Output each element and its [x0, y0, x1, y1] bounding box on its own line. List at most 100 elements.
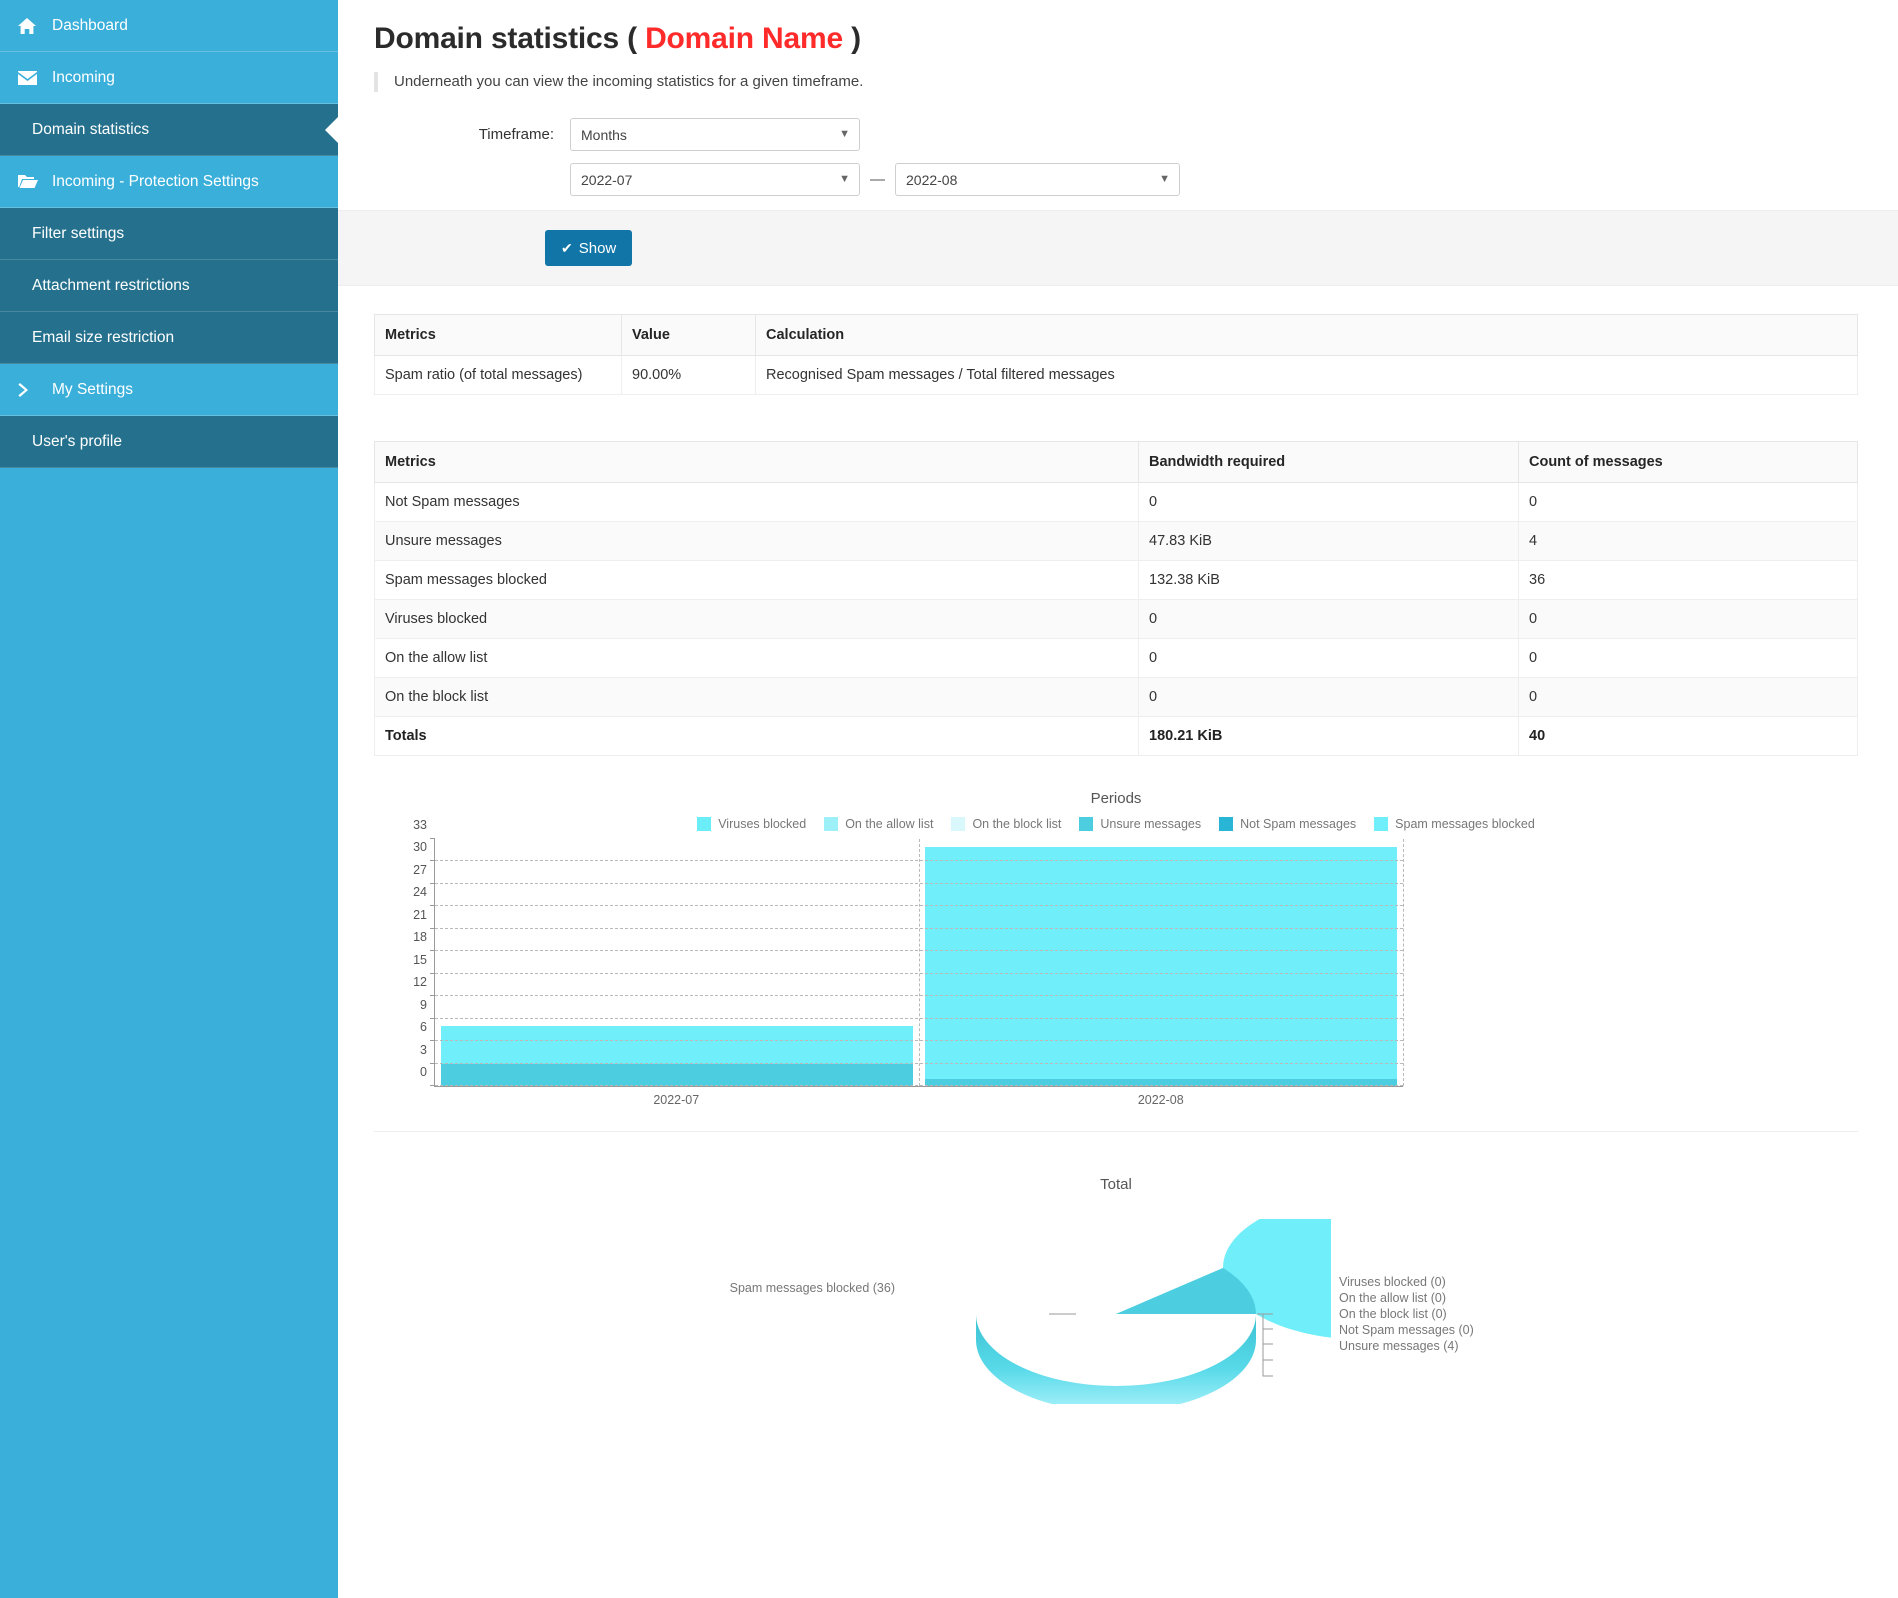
- sidebar-item-users-profile[interactable]: User's profile: [0, 416, 338, 468]
- col-count: Count of messages: [1518, 441, 1858, 483]
- page-layout: Dashboard Incoming Domain statistics Inc…: [0, 0, 1898, 1598]
- timeframe-row: Timeframe: Months ▼: [374, 118, 1858, 151]
- x-axis-tick-label: 2022-07: [653, 1093, 700, 1107]
- from-date-select[interactable]: 2022-07: [570, 163, 860, 196]
- bar-segment: [441, 1063, 913, 1086]
- y-axis-tick-label: 12: [413, 975, 427, 990]
- cell-bandwidth: 180.21 KiB: [1138, 716, 1519, 756]
- sidebar-item-label: My Settings: [52, 380, 133, 398]
- ratio-table: Metrics Value Calculation Spam ratio (of…: [374, 314, 1858, 395]
- col-metrics: Metrics: [374, 314, 622, 356]
- sidebar-item-dashboard[interactable]: Dashboard: [0, 0, 338, 52]
- table-row: Not Spam messages 0 0: [374, 482, 1858, 522]
- page-title: Domain statistics ( Domain Name ): [374, 22, 1858, 56]
- sidebar-item-attachment-restrictions[interactable]: Attachment restrictions: [0, 260, 338, 312]
- active-caret-icon: [325, 116, 338, 143]
- legend-label: Unsure messages: [1100, 817, 1202, 831]
- paren-close: ): [851, 22, 861, 55]
- ratio-table-wrap: Metrics Value Calculation Spam ratio (of…: [374, 314, 1858, 395]
- sidebar-item-my-settings[interactable]: My Settings: [0, 364, 338, 416]
- cell-bandwidth: 47.83 KiB: [1138, 521, 1519, 561]
- cell-count: 4: [1518, 521, 1858, 561]
- periods-chart-legend: Viruses blocked On the allow list On the b…: [374, 817, 1858, 831]
- bar-column[interactable]: [919, 839, 1403, 1086]
- category-divider: [919, 839, 920, 1086]
- cell-metric: Unsure messages: [374, 521, 1139, 561]
- sidebar-item-label: Dashboard: [52, 16, 128, 34]
- col-metrics: Metrics: [374, 441, 1139, 483]
- cell-metric: Not Spam messages: [374, 482, 1139, 522]
- sidebar-item-label: User's profile: [32, 432, 122, 450]
- cell-value: 90.00%: [621, 355, 756, 395]
- y-axis-tick-label: 24: [413, 885, 427, 900]
- periods-chart-title: Periods: [1090, 790, 1142, 807]
- pie-label: Viruses blocked (0): [1339, 1275, 1446, 1289]
- legend-label: Not Spam messages: [1240, 817, 1357, 831]
- y-axis-tick-label: 30: [413, 840, 427, 855]
- legend-swatch-icon: [1219, 817, 1234, 831]
- pie-chart-svg: [976, 1195, 1503, 1412]
- cell-count: 0: [1518, 677, 1858, 717]
- sidebar-item-label: Email size restriction: [32, 328, 175, 346]
- legend-label: Viruses blocked: [718, 817, 807, 831]
- table-row: Viruses blocked 0 0: [374, 599, 1858, 639]
- bar-segment: [441, 1026, 913, 1064]
- pie-wrap: Spam messages blocked (36) Viruses block…: [730, 1195, 1503, 1412]
- legend-item[interactable]: Not Spam messages: [1219, 817, 1356, 831]
- sidebar-item-label: Filter settings: [32, 224, 125, 242]
- legend-label: Spam messages blocked: [1395, 817, 1535, 831]
- periods-chart-x-labels: 2022-07 2022-08: [434, 1093, 1403, 1107]
- legend-item[interactable]: Spam messages blocked: [1374, 817, 1535, 831]
- sidebar-item-domain-statistics[interactable]: Domain statistics: [0, 104, 338, 156]
- cell-bandwidth: 0: [1138, 599, 1519, 639]
- metrics-table-wrap: Metrics Bandwidth required Count of mess…: [374, 441, 1858, 756]
- legend-item[interactable]: On the block list: [951, 817, 1061, 831]
- sidebar-item-incoming[interactable]: Incoming: [0, 52, 338, 104]
- legend-swatch-icon: [1374, 817, 1389, 831]
- cell-count: 0: [1518, 482, 1858, 522]
- timeframe-select[interactable]: Months: [570, 118, 860, 151]
- envelope-icon: [18, 70, 44, 85]
- show-button[interactable]: ✔ Show: [545, 230, 633, 266]
- legend-label: On the block list: [972, 817, 1062, 831]
- cell-count: 40: [1518, 716, 1858, 756]
- legend-item[interactable]: Viruses blocked: [697, 817, 806, 831]
- table-row: Spam ratio (of total messages) 90.00% Re…: [374, 355, 1858, 395]
- sidebar-item-filter-settings[interactable]: Filter settings: [0, 208, 338, 260]
- y-axis-tick-label: 9: [420, 997, 427, 1012]
- folder-open-icon: [18, 174, 44, 189]
- timeframe-form: Timeframe: Months ▼ 2022-07 ▼ — 2022-08 …: [374, 118, 1858, 196]
- home-icon: [18, 17, 44, 34]
- cell-metric: Totals: [374, 716, 1139, 756]
- bar-column[interactable]: [435, 839, 919, 1086]
- cell-bandwidth: 0: [1138, 482, 1519, 522]
- chart-divider: [374, 1131, 1858, 1132]
- show-button-bar: ✔ Show: [338, 210, 1898, 286]
- legend-item[interactable]: On the allow list: [824, 817, 933, 831]
- metrics-table: Metrics Bandwidth required Count of mess…: [374, 441, 1858, 756]
- pie-label: Not Spam messages (0): [1339, 1323, 1474, 1337]
- y-axis-tick-label: 15: [413, 952, 427, 967]
- x-axis-tick-label: 2022-08: [1137, 1093, 1184, 1107]
- y-axis-tick-label: 6: [420, 1020, 427, 1035]
- table-row-totals: Totals 180.21 KiB 40: [374, 716, 1858, 756]
- y-axis-tick-label: 21: [413, 907, 427, 922]
- sidebar-item-incoming-protection-settings[interactable]: Incoming - Protection Settings: [0, 156, 338, 208]
- sidebar: Dashboard Incoming Domain statistics Inc…: [0, 0, 338, 1598]
- sidebar-item-email-size-restriction[interactable]: Email size restriction: [0, 312, 338, 364]
- sidebar-item-label: Domain statistics: [32, 120, 150, 138]
- show-bar-container: ✔ Show: [338, 210, 1898, 286]
- date-range-row: 2022-07 ▼ — 2022-08 ▼: [374, 163, 1858, 196]
- cell-metric: Spam messages blocked: [374, 560, 1139, 600]
- chevron-right-icon: [18, 382, 44, 398]
- show-button-label: Show: [578, 239, 617, 257]
- cell-metric: Spam ratio (of total messages): [374, 355, 622, 395]
- cell-metric: Viruses blocked: [374, 599, 1139, 639]
- cell-metric: On the allow list: [374, 638, 1139, 678]
- y-axis-tick-mark: [430, 838, 435, 839]
- legend-item[interactable]: Unsure messages: [1079, 817, 1201, 831]
- sidebar-item-label: Incoming - Protection Settings: [52, 172, 259, 190]
- cell-count: 0: [1518, 638, 1858, 678]
- to-date-select[interactable]: 2022-08: [895, 163, 1180, 196]
- y-axis-tick-label: 0: [420, 1065, 427, 1079]
